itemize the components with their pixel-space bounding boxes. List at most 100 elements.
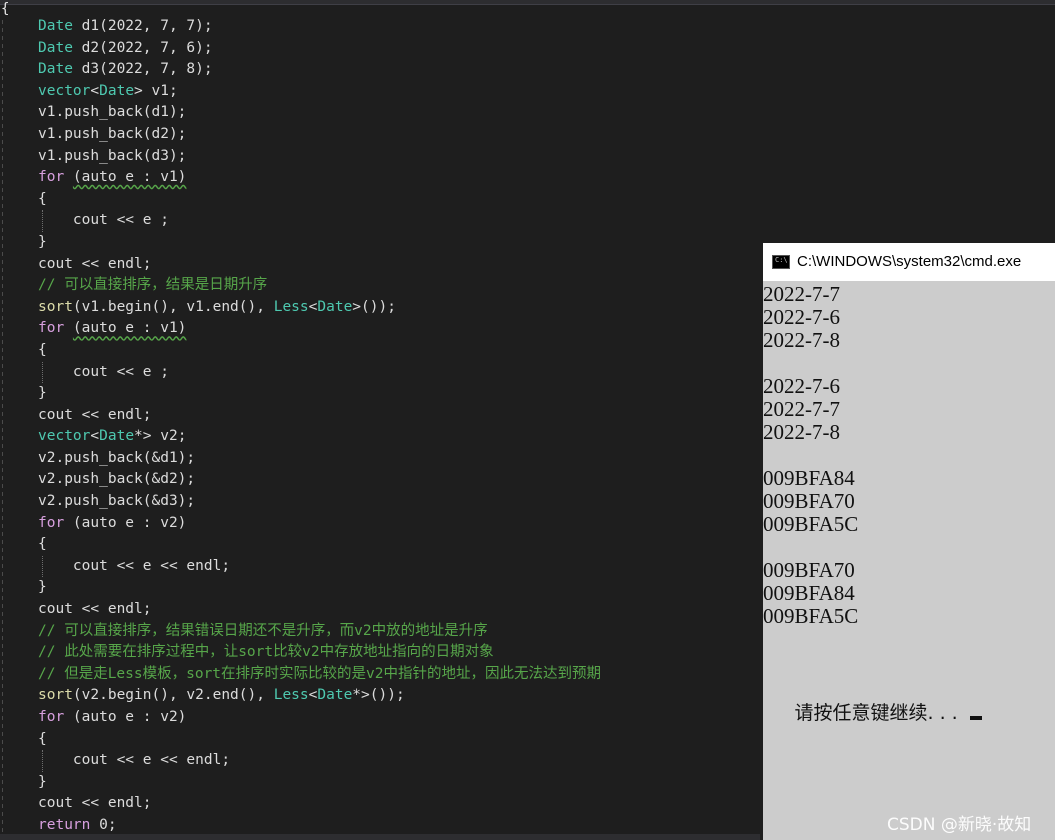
code-line[interactable]: for (auto e : v1) — [38, 167, 601, 189]
code-line[interactable]: v1.push_back(d2); — [38, 124, 601, 146]
code-line[interactable]: cout << endl; — [38, 599, 601, 621]
code-token: vector — [38, 82, 91, 99]
code-token: (v1.begin(), v1.end(), — [72, 298, 274, 315]
console-output: 2022-7-7 2022-7-6 2022-7-8 2022-7-6 2022-7-7… — [763, 282, 1055, 724]
code-line[interactable]: cout << e ; — [38, 361, 601, 384]
code-line[interactable]: { — [38, 729, 601, 751]
code-line[interactable]: { — [38, 340, 601, 362]
code-line[interactable]: } — [38, 232, 601, 254]
code-token: for — [38, 169, 73, 186]
code-line[interactable]: sort(v1.begin(), v1.end(), Less<Date>())… — [38, 297, 601, 319]
code-token: for — [38, 514, 73, 531]
code-line[interactable]: // 此处需要在排序过程中，让sort比较v2中存放地址指向的日期对象 — [38, 642, 601, 664]
console-line: 009BFA5C — [763, 604, 859, 628]
code-token: } — [38, 579, 47, 596]
code-token: { — [38, 190, 47, 207]
code-lines[interactable]: Date d1(2022, 7, 7); Date d2(2022, 7, 6);… — [38, 16, 601, 837]
code-line[interactable]: { — [38, 534, 601, 556]
console-window[interactable]: C:\ C:\WINDOWS\system32\cmd.exe 2022-7-7… — [763, 243, 1055, 840]
code-token: Date — [38, 39, 82, 56]
code-line[interactable]: v1.push_back(d1); — [38, 102, 601, 124]
code-token: Date — [99, 82, 135, 99]
cmd-icon: C:\ — [772, 255, 790, 269]
code-token: { — [38, 536, 47, 553]
code-token: vector — [38, 428, 91, 445]
code-token: { — [38, 341, 47, 358]
code-line[interactable]: cout << endl; — [38, 405, 601, 427]
code-line[interactable]: { — [38, 189, 601, 211]
code-line[interactable]: vector<Date> v1; — [38, 81, 601, 103]
code-line[interactable]: cout << endl; — [38, 254, 601, 276]
code-token: sort — [38, 298, 73, 315]
code-token: (auto e : v2) — [72, 514, 187, 531]
code-token: Date — [38, 18, 82, 34]
code-line[interactable]: } — [38, 772, 601, 794]
code-line[interactable]: // 但是走Less模板，sort在排序时实际比较的是v2中指针的地址，因此无法… — [38, 664, 601, 686]
code-token: >()); — [352, 298, 396, 315]
code-token: Date — [38, 61, 82, 78]
function-open-brace: { — [1, 1, 10, 17]
code-line[interactable]: v1.push_back(d3); — [38, 146, 601, 168]
code-line[interactable]: v2.push_back(&d2); — [38, 469, 601, 491]
code-token: < — [90, 82, 100, 99]
code-line[interactable]: for (auto e : v1) — [38, 318, 601, 340]
console-line: 009BFA5C — [763, 512, 859, 536]
code-token: cout << e ; — [38, 363, 169, 380]
code-token: v1.push_back(d3); — [38, 147, 187, 164]
code-token: } — [38, 385, 47, 402]
console-line: 009BFA84 — [763, 466, 855, 490]
console-titlebar[interactable]: C:\ C:\WINDOWS\system32\cmd.exe — [763, 243, 1055, 281]
indent-guide — [42, 361, 43, 384]
code-line[interactable]: Date d2(2022, 7, 6); — [38, 38, 601, 60]
code-line[interactable]: for (auto e : v2) — [38, 513, 601, 535]
code-token: // 但是走Less模板，sort在排序时实际比较的是v2中指针的地址，因此无法… — [38, 665, 601, 682]
code-line[interactable]: Date d1(2022, 7, 7); — [38, 16, 601, 38]
editor-top-bar — [0, 0, 1055, 5]
code-token: v2.push_back(&d1); — [38, 449, 196, 466]
code-token: (auto e : v1) — [72, 320, 187, 337]
code-token: d3(2022, 7, 8); — [81, 61, 213, 78]
code-token: < — [90, 428, 100, 445]
indent-guide — [42, 210, 43, 232]
code-token: // 此处需要在排序过程中，让sort比较v2中存放地址指向的日期对象 — [38, 644, 494, 661]
indent-guide — [42, 555, 43, 578]
code-token: { — [38, 730, 47, 747]
code-line[interactable]: for (auto e : v2) — [38, 707, 601, 729]
code-line[interactable]: cout << e << endl; — [38, 750, 601, 772]
code-token: > v1; — [134, 82, 178, 99]
code-token: v2.push_back(&d3); — [38, 493, 196, 510]
code-token: // 可以直接排序，结果是日期升序 — [38, 277, 268, 294]
text-cursor — [969, 716, 982, 721]
code-token: cout << endl; — [38, 255, 152, 272]
code-line[interactable]: v2.push_back(&d1); — [38, 448, 601, 470]
code-line[interactable]: sort(v2.begin(), v2.end(), Less<Date*>()… — [38, 685, 601, 707]
code-token: *>()); — [352, 687, 405, 704]
code-token: for — [38, 709, 73, 725]
code-token: (v2.begin(), v2.end(), — [72, 687, 274, 704]
code-token: d1(2022, 7, 7); — [81, 18, 213, 34]
code-line[interactable]: cout << endl; — [38, 793, 601, 815]
code-line[interactable]: cout << e << endl; — [38, 555, 601, 578]
console-line: 2022-7-8 — [763, 328, 840, 352]
code-line[interactable]: } — [38, 577, 601, 599]
code-token: v1.push_back(d1); — [38, 104, 187, 121]
code-token: (auto e : v2) — [72, 709, 187, 725]
code-line[interactable]: } — [38, 383, 601, 405]
code-token: Date — [99, 428, 135, 445]
code-line[interactable]: // 可以直接排序，结果是日期升序 — [38, 275, 601, 297]
code-line[interactable]: v2.push_back(&d3); — [38, 491, 601, 513]
code-token: cout << e ; — [38, 212, 169, 229]
code-line[interactable]: cout << e ; — [38, 210, 601, 232]
code-line[interactable]: // 可以直接排序，结果错误日期还不是升序，而v2中放的地址是升序 — [38, 621, 601, 643]
code-line[interactable]: vector<Date*> v2; — [38, 426, 601, 448]
code-token: } — [38, 233, 47, 250]
console-line: 2022-7-7 — [763, 282, 840, 306]
code-token: Less — [273, 298, 309, 315]
prompt-text: 请按任意键继续. . . — [794, 702, 964, 724]
code-token: sort — [38, 687, 73, 704]
code-line[interactable]: Date d3(2022, 7, 8); — [38, 59, 601, 81]
code-token: v2.push_back(&d2); — [38, 471, 196, 488]
